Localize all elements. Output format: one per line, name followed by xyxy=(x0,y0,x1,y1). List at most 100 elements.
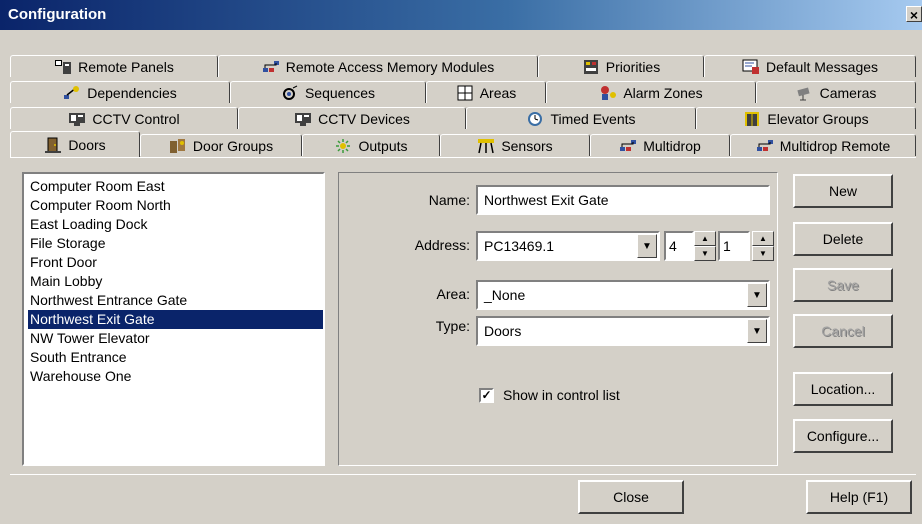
tab-priorities[interactable]: Priorities xyxy=(538,55,704,77)
new-button-label: New xyxy=(828,183,857,199)
door-list[interactable]: Computer Room East Computer Room North E… xyxy=(22,172,325,466)
camera-icon xyxy=(796,87,810,100)
tab-areas[interactable]: Areas xyxy=(426,81,546,103)
new-button[interactable]: New xyxy=(793,174,893,208)
tab-label: Areas xyxy=(479,84,517,101)
list-item[interactable]: Northwest Entrance Gate xyxy=(28,291,323,310)
help-button[interactable]: Help (F1) xyxy=(806,480,912,514)
tab-label: Default Messages xyxy=(765,58,879,75)
tab-alarm-zones[interactable]: Alarm Zones xyxy=(546,81,756,103)
list-item[interactable]: Warehouse One xyxy=(28,367,323,386)
save-button[interactable]: Save xyxy=(793,268,893,302)
messages-icon xyxy=(742,59,759,74)
tab-panel-edge xyxy=(10,157,916,158)
configure-button-label: Configure... xyxy=(806,428,880,444)
cctv-icon xyxy=(295,112,312,126)
address-spin-1-input[interactable]: 4 xyxy=(664,231,694,261)
type-dropdown[interactable]: Doors ▼ xyxy=(476,316,770,346)
list-item[interactable]: Main Lobby xyxy=(28,272,323,291)
tab-remote-panels[interactable]: Remote Panels xyxy=(10,55,218,77)
chevron-down-icon[interactable]: ▼ xyxy=(637,234,657,258)
spin-up-icon[interactable]: ▲ xyxy=(752,231,774,246)
tab-label: Timed Events xyxy=(550,110,636,127)
network-icon xyxy=(262,60,279,72)
network-icon xyxy=(756,139,773,151)
window-close-button[interactable]: × xyxy=(906,6,922,23)
tab-label: CCTV Control xyxy=(92,110,180,127)
tab-cameras[interactable]: Cameras xyxy=(756,81,916,103)
sensors-icon xyxy=(478,138,495,153)
tab-row-4: Doors Door Groups Outputs Sensors Multid… xyxy=(10,131,916,157)
elevator-icon xyxy=(745,111,760,126)
list-item[interactable]: Computer Room East xyxy=(28,177,323,196)
spin-down-icon[interactable]: ▼ xyxy=(752,246,774,261)
chevron-down-icon[interactable]: ▼ xyxy=(747,319,767,343)
tab-cctv-devices[interactable]: CCTV Devices xyxy=(238,107,466,129)
tab-label: CCTV Devices xyxy=(318,110,410,127)
address-spin-1-stepper[interactable]: ▲ ▼ xyxy=(694,231,716,261)
area-dropdown[interactable]: _None ▼ xyxy=(476,280,770,310)
tab-label: Multidrop Remote xyxy=(779,137,891,154)
tab-label: Dependencies xyxy=(87,84,177,101)
tab-cctv-control[interactable]: CCTV Control xyxy=(10,107,238,129)
area-value: _None xyxy=(484,287,526,303)
configuration-window: Configuration × Remote Panels Remote Acc… xyxy=(0,0,922,524)
address-spin-2-value: 1 xyxy=(723,238,731,254)
tab-label: Door Groups xyxy=(192,137,274,154)
tab-row-3: CCTV Control CCTV Devices Timed Events E… xyxy=(10,107,916,129)
list-item[interactable]: Computer Room North xyxy=(28,196,323,215)
address-spin-2-input[interactable]: 1 xyxy=(718,231,750,261)
window-title: Configuration xyxy=(8,6,107,23)
name-label: Name: xyxy=(428,192,470,208)
tab-doors[interactable]: Doors xyxy=(10,131,140,157)
tab-label: Remote Panels xyxy=(78,58,174,75)
location-button[interactable]: Location... xyxy=(793,372,893,406)
list-item[interactable]: NW Tower Elevator xyxy=(28,329,323,348)
delete-button[interactable]: Delete xyxy=(793,222,893,256)
name-input[interactable]: Northwest Exit Gate xyxy=(476,185,770,215)
save-button-label: Save xyxy=(827,277,859,293)
tab-elevator-groups[interactable]: Elevator Groups xyxy=(696,107,916,129)
tab-multidrop-remote[interactable]: Multidrop Remote xyxy=(730,134,916,156)
tab-remote-access-memory-modules[interactable]: Remote Access Memory Modules xyxy=(218,55,538,77)
list-item[interactable]: South Entrance xyxy=(28,348,323,367)
outputs-icon xyxy=(336,138,351,153)
cctv-icon xyxy=(69,112,86,126)
spin-down-icon[interactable]: ▼ xyxy=(694,246,716,261)
tab-label: Multidrop xyxy=(643,137,701,154)
door-groups-icon xyxy=(169,138,185,153)
area-label: Area: xyxy=(436,286,470,302)
tab-default-messages[interactable]: Default Messages xyxy=(704,55,916,77)
address-dropdown[interactable]: PC13469.1 ▼ xyxy=(476,231,660,261)
tab-label: Cameras xyxy=(819,84,877,101)
tab-sequences[interactable]: Sequences xyxy=(230,81,426,103)
cancel-button[interactable]: Cancel xyxy=(793,314,893,348)
list-item-selected[interactable]: Northwest Exit Gate xyxy=(28,310,323,329)
tab-label: Sequences xyxy=(304,84,376,101)
show-in-control-list-checkbox[interactable]: ✓ xyxy=(479,388,494,403)
areas-icon xyxy=(457,85,473,100)
tab-outputs[interactable]: Outputs xyxy=(302,134,440,156)
configure-button[interactable]: Configure... xyxy=(793,419,893,453)
alarm-zones-icon xyxy=(601,85,617,100)
sequences-icon xyxy=(282,85,298,100)
spin-up-icon[interactable]: ▲ xyxy=(694,231,716,246)
list-item[interactable]: East Loading Dock xyxy=(28,215,323,234)
tab-label: Priorities xyxy=(605,58,661,75)
close-button[interactable]: Close xyxy=(578,480,684,514)
tab-dependencies[interactable]: Dependencies xyxy=(10,81,230,103)
title-bar[interactable]: Configuration × xyxy=(0,0,922,30)
tab-sensors[interactable]: Sensors xyxy=(440,134,590,156)
remote-panel-icon xyxy=(55,59,72,74)
tab-label: Outputs xyxy=(358,137,408,154)
delete-button-label: Delete xyxy=(822,231,864,247)
tab-door-groups[interactable]: Door Groups xyxy=(140,134,302,156)
list-item[interactable]: Front Door xyxy=(28,253,323,272)
list-item[interactable]: File Storage xyxy=(28,234,323,253)
tab-timed-events[interactable]: Timed Events xyxy=(466,107,696,129)
tab-multidrop[interactable]: Multidrop xyxy=(590,134,730,156)
show-in-control-list-label[interactable]: Show in control list xyxy=(503,387,620,403)
address-spin-2-stepper[interactable]: ▲ ▼ xyxy=(752,231,774,261)
name-input-value: Northwest Exit Gate xyxy=(484,192,609,208)
chevron-down-icon[interactable]: ▼ xyxy=(747,283,767,307)
